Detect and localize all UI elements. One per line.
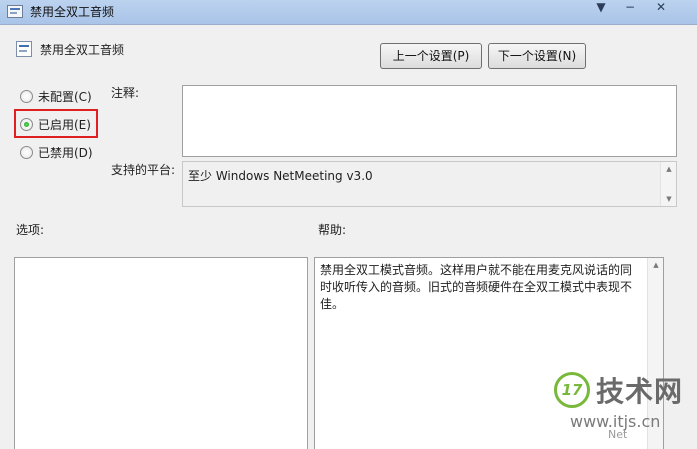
prev-setting-button[interactable]: 上一个设置(P) xyxy=(380,43,482,69)
scroll-down-icon[interactable]: ▼ xyxy=(661,192,677,206)
setting-icon xyxy=(16,41,32,57)
platform-field: 至少 Windows NetMeeting v3.0 ▲ ▼ xyxy=(182,161,677,207)
radio-label: 未配置(C) xyxy=(38,89,92,104)
dropdown-icon[interactable]: ▼ xyxy=(590,0,612,18)
radio-button[interactable] xyxy=(20,145,33,159)
setting-title: 禁用全双工音频 xyxy=(40,43,125,57)
platform-label: 支持的平台: xyxy=(111,163,176,177)
platform-value: 至少 Windows NetMeeting v3.0 xyxy=(188,169,373,183)
watermark-logo: 17 xyxy=(554,372,590,408)
platform-scrollbar[interactable]: ▲ ▼ xyxy=(660,162,676,206)
help-text: 禁用全双工模式音频。这样用户就不能在用麦克风说话的同时收听传入的音频。旧式的音频… xyxy=(320,263,633,311)
watermark: 17 技术网 www.itjs.cn Net xyxy=(554,368,694,446)
window-title: 禁用全双工音频 xyxy=(30,5,115,19)
minimize-button[interactable]: − xyxy=(619,0,641,18)
watermark-name: 技术网 xyxy=(596,375,684,408)
comment-label: 注释: xyxy=(111,86,140,100)
selection-highlight xyxy=(14,109,98,138)
options-label: 选项: xyxy=(16,223,45,237)
close-button[interactable]: ✕ xyxy=(650,0,672,18)
options-panel xyxy=(14,257,308,449)
help-label: 帮助: xyxy=(318,223,347,237)
next-setting-button[interactable]: 下一个设置(N) xyxy=(488,43,586,69)
title-bar: 禁用全双工音频 ▼ − ✕ xyxy=(0,0,697,24)
radio-button[interactable] xyxy=(20,89,33,103)
radio-not-configured[interactable]: 未配置(C) xyxy=(20,87,92,105)
radio-label: 已禁用(D) xyxy=(38,145,93,160)
radio-disabled[interactable]: 已禁用(D) xyxy=(20,143,93,161)
scroll-up-icon[interactable]: ▲ xyxy=(648,258,664,272)
scroll-up-icon[interactable]: ▲ xyxy=(661,162,677,176)
comment-textarea[interactable] xyxy=(182,85,677,157)
policy-icon xyxy=(7,5,23,18)
watermark-small: Net xyxy=(608,428,628,441)
